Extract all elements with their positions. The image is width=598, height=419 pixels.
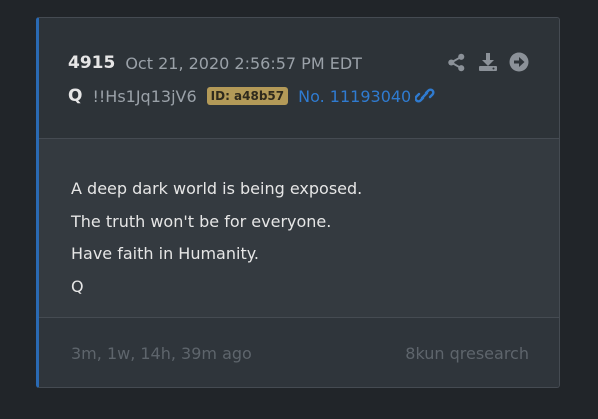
post-number: 4915 xyxy=(68,53,116,73)
post-header: 4915 Oct 21, 2020 2:56:57 PM EDT Q !!Hs1… xyxy=(39,18,559,139)
author-name: Q xyxy=(68,86,83,106)
arrow-circle-right-icon[interactable] xyxy=(508,52,529,73)
post-footer: 3m, 1w, 14h, 39m ago 8kun qresearch xyxy=(39,318,559,387)
post-timestamp: Oct 21, 2020 2:56:57 PM EDT xyxy=(125,53,362,73)
post-meta-row: 4915 Oct 21, 2020 2:56:57 PM EDT xyxy=(68,51,362,75)
post-number-link[interactable]: No. 11193040 xyxy=(298,87,435,106)
message-line: Have faith in Humanity. xyxy=(71,244,259,263)
id-badge: ID: a48b57 xyxy=(206,87,289,105)
source-label: 8kun qresearch xyxy=(405,344,529,363)
message-line: Q xyxy=(71,276,84,296)
post-message: A deep dark world is being exposed. The … xyxy=(71,173,362,303)
message-line: The truth won't be for everyone. xyxy=(71,211,332,231)
link-icon xyxy=(415,87,435,105)
tripcode: !!Hs1Jq13jV6 xyxy=(92,86,197,106)
post-author-row: Q !!Hs1Jq13jV6 ID: a48b57 No. 11193040 xyxy=(68,83,435,109)
download-icon[interactable] xyxy=(477,52,498,73)
post-card: 4915 Oct 21, 2020 2:56:57 PM EDT Q !!Hs1… xyxy=(36,17,560,388)
post-actions xyxy=(446,51,529,73)
post-body: A deep dark world is being exposed. The … xyxy=(39,139,559,318)
relative-time: 3m, 1w, 14h, 39m ago xyxy=(71,344,252,363)
message-line: A deep dark world is being exposed. xyxy=(71,179,363,198)
post-number-link-text: No. 11193040 xyxy=(298,86,412,106)
share-icon[interactable] xyxy=(446,52,467,73)
